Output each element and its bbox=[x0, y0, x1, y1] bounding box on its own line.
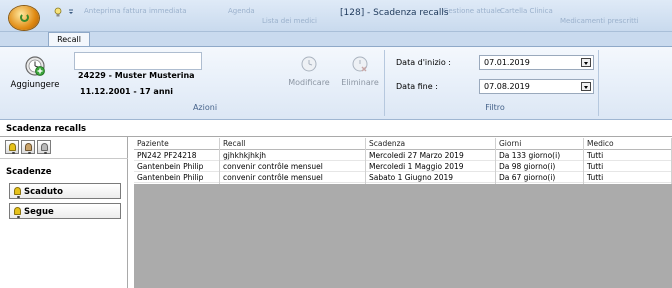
table-row[interactable]: Gantenbein Philip convenir contrôle mens… bbox=[134, 172, 672, 184]
gray-bell-icon bbox=[41, 143, 48, 154]
end-date-dropdown-icon[interactable] bbox=[581, 82, 591, 91]
delete-button[interactable]: Eliminare bbox=[338, 55, 382, 95]
ribbon-group-separator bbox=[598, 50, 599, 116]
segue-button[interactable]: Segue bbox=[9, 203, 121, 219]
grid-header: Paziente Recall Scadenza Giorni Medico bbox=[134, 138, 672, 150]
ghost-shortcut[interactable]: Agenda bbox=[228, 7, 255, 15]
add-button[interactable]: Aggiungere bbox=[6, 55, 64, 95]
ghost-shortcut[interactable]: Gestione attuale bbox=[443, 7, 501, 15]
ribbon-tab-row bbox=[0, 32, 672, 46]
brown-bell-icon bbox=[25, 143, 32, 154]
ribbon-group-separator bbox=[384, 50, 385, 116]
patient-birthdate-age: 11.12.2001 - 17 anni bbox=[80, 87, 173, 96]
start-date-field[interactable]: 07.01.2019 bbox=[479, 55, 594, 70]
scadenze-title: Scadenze bbox=[6, 167, 52, 177]
column-header-scadenza[interactable]: Scadenza bbox=[366, 138, 496, 150]
tab-recall[interactable]: Recall bbox=[48, 32, 90, 47]
cell-recall: convenir contrôle mensuel bbox=[220, 172, 366, 184]
bell-icon bbox=[14, 187, 21, 198]
lightbulb-icon[interactable] bbox=[54, 7, 62, 17]
ghost-shortcut[interactable]: Anteprima fattura immediata bbox=[84, 7, 187, 15]
scaduto-button[interactable]: Scaduto bbox=[9, 183, 121, 199]
column-header-giorni[interactable]: Giorni bbox=[496, 138, 584, 150]
recall-grid: Paziente Recall Scadenza Giorni Medico P… bbox=[134, 138, 672, 288]
bell-filter-button[interactable] bbox=[5, 140, 19, 154]
patient-name: 24229 - Muster Musterina bbox=[78, 71, 195, 80]
scaduto-label: Scaduto bbox=[24, 187, 63, 197]
bell-icon bbox=[14, 207, 21, 218]
patient-search-input[interactable] bbox=[74, 52, 202, 70]
cell-scadenza: Sabato 1 Giugno 2019 bbox=[366, 172, 496, 184]
add-button-label: Aggiungere bbox=[10, 80, 60, 90]
quick-access-dropdown-icon[interactable] bbox=[68, 7, 74, 17]
add-recall-icon bbox=[25, 56, 45, 76]
segue-label: Segue bbox=[24, 207, 54, 217]
actions-group-label: Azioni bbox=[192, 103, 218, 112]
title-bar bbox=[0, 0, 672, 32]
edit-button-label: Modificare bbox=[288, 78, 330, 87]
bell-filter-button[interactable] bbox=[21, 140, 35, 154]
window-title: [128] - Scadenza recalls bbox=[340, 8, 449, 18]
edit-recall-icon bbox=[301, 56, 317, 72]
divider bbox=[0, 158, 128, 159]
edit-button[interactable]: Modificare bbox=[284, 55, 334, 95]
filter-group-label: Filtro bbox=[485, 103, 505, 112]
end-date-value: 07.08.2019 bbox=[484, 82, 530, 91]
start-date-label: Data d'inizio : bbox=[396, 58, 451, 67]
bell-filter-button[interactable] bbox=[37, 140, 51, 154]
end-date-field[interactable]: 07.08.2019 bbox=[479, 79, 594, 94]
column-header-medico[interactable]: Medico bbox=[584, 138, 672, 150]
table-row[interactable]: PN242 PF24218 gjhkhkjhkjh Mercoledi 27 M… bbox=[134, 150, 672, 162]
application-menu-button[interactable] bbox=[9, 6, 39, 30]
end-date-label: Data fine : bbox=[396, 82, 438, 91]
yellow-bell-icon bbox=[9, 143, 16, 154]
start-date-value: 07.01.2019 bbox=[484, 58, 530, 67]
ghost-shortcut[interactable]: Cartella Clinica bbox=[500, 7, 553, 15]
section-title: Scadenza recalls bbox=[0, 121, 672, 137]
app-logo-icon bbox=[20, 13, 29, 22]
cell-giorni: Da 67 giorno(i) bbox=[496, 172, 584, 184]
delete-recall-icon bbox=[352, 56, 368, 72]
cell-medico: Tutti bbox=[584, 172, 672, 184]
column-header-paziente[interactable]: Paziente bbox=[134, 138, 220, 150]
cell-paziente: Gantenbein Philip bbox=[134, 172, 220, 184]
delete-button-label: Eliminare bbox=[341, 78, 379, 87]
start-date-dropdown-icon[interactable] bbox=[581, 58, 591, 67]
ghost-shortcut[interactable]: Lista dei medici bbox=[262, 17, 317, 25]
table-row[interactable]: Gantenbein Philip convenir contrôle mens… bbox=[134, 161, 672, 173]
ghost-shortcut[interactable]: Medicamenti prescritti bbox=[560, 17, 639, 25]
column-header-recall[interactable]: Recall bbox=[220, 138, 366, 150]
